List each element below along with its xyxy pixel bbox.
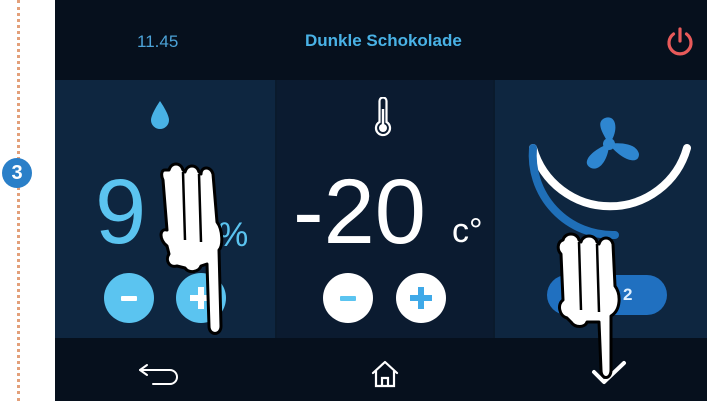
temperature-panel: -20 c° [277, 80, 493, 338]
home-icon[interactable] [370, 359, 400, 389]
minus-icon [121, 295, 137, 301]
plus-icon [410, 287, 432, 309]
step-number-badge: 3 [2, 158, 32, 188]
pointing-hand-icon [159, 162, 224, 335]
fan-icon [586, 117, 639, 169]
minus-icon [340, 295, 356, 301]
humidity-value: 9 [95, 161, 147, 263]
humidity-decrease-button[interactable] [104, 273, 154, 323]
thermometer-icon [374, 97, 392, 137]
temperature-unit: c° [452, 212, 483, 250]
program-title: Dunkle Schokolade [305, 31, 462, 50]
back-arrow-icon[interactable] [137, 361, 183, 387]
water-drop-icon [151, 101, 169, 129]
temperature-increase-button[interactable] [396, 273, 446, 323]
power-icon[interactable] [665, 24, 695, 58]
margin-dotted-line [17, 0, 20, 401]
control-screen: 11.45 Dunkle Schokolade 9 % -20 c° 2 [55, 0, 707, 401]
temperature-value: -20 [293, 161, 426, 263]
temperature-decrease-button[interactable] [323, 273, 373, 323]
pointing-hand-icon [556, 232, 621, 379]
clock-time: 11.45 [137, 32, 179, 51]
top-bar: 11.45 Dunkle Schokolade [55, 0, 707, 80]
